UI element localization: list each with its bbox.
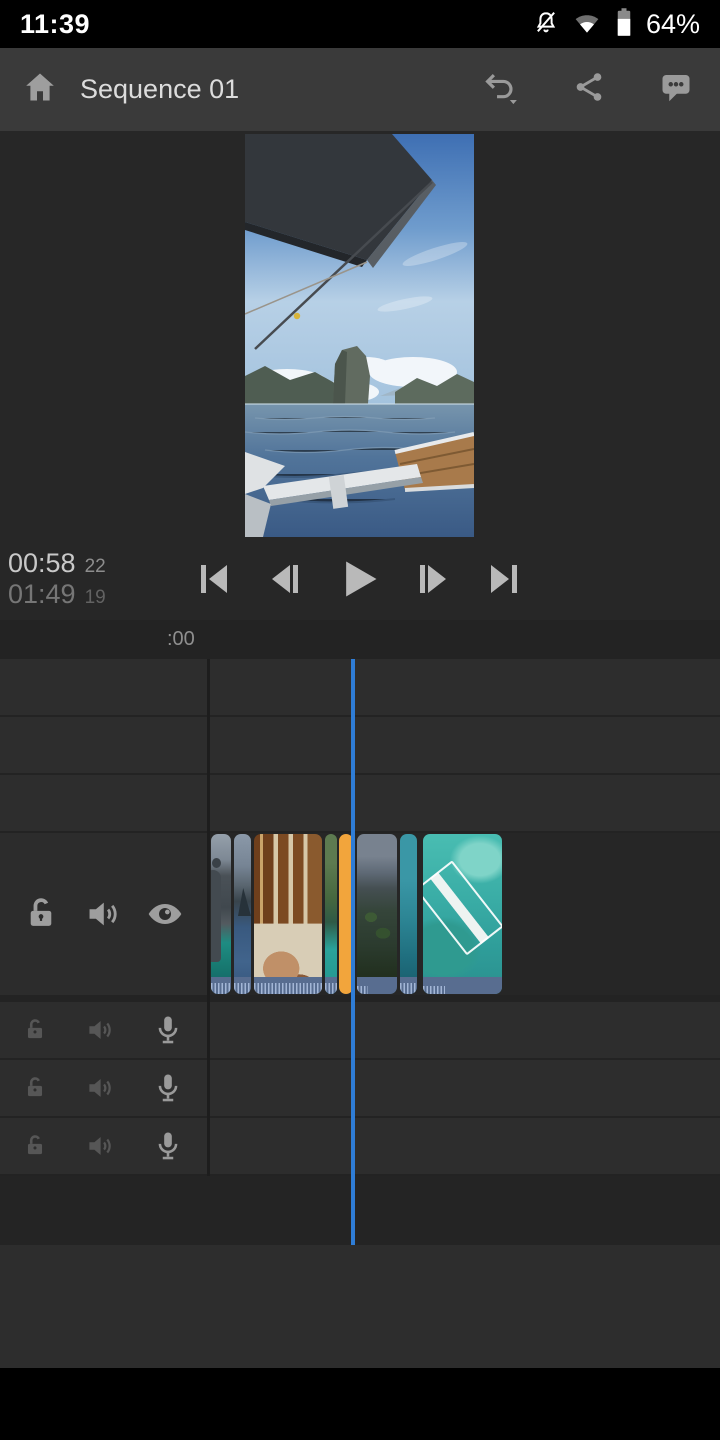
empty-track-row[interactable] bbox=[0, 717, 720, 775]
app-header: Sequence 01 bbox=[0, 48, 720, 131]
track-unlock-button[interactable] bbox=[22, 895, 60, 933]
timeline-clip-c2[interactable] bbox=[234, 834, 251, 994]
wifi-icon bbox=[572, 9, 602, 40]
video-track-header bbox=[0, 833, 207, 995]
feedback-button[interactable] bbox=[658, 69, 694, 110]
skip-to-end-button[interactable] bbox=[486, 561, 522, 597]
share-button[interactable] bbox=[572, 70, 606, 109]
timeline-clip-c7[interactable] bbox=[423, 834, 502, 994]
sequence-title: Sequence 01 bbox=[80, 74, 239, 105]
empty-track-row[interactable] bbox=[0, 659, 720, 717]
playhead[interactable] bbox=[351, 659, 355, 1245]
clip-audio-strip bbox=[400, 977, 417, 994]
track-unlock-button[interactable] bbox=[22, 1017, 48, 1043]
empty-track-row[interactable] bbox=[0, 775, 720, 833]
timeline-clip-c4[interactable] bbox=[325, 834, 337, 994]
undo-button[interactable] bbox=[482, 68, 520, 111]
track-visibility-button[interactable] bbox=[145, 894, 185, 934]
track-volume-button[interactable] bbox=[85, 1131, 115, 1161]
audio-track-3[interactable] bbox=[0, 1118, 720, 1176]
premiere-rush-app: 11:39 bbox=[0, 0, 720, 1440]
notifications-off-icon bbox=[532, 8, 560, 41]
timecode-display: 00:58 22 01:49 19 bbox=[8, 548, 106, 610]
timeline-clip-c6[interactable] bbox=[400, 834, 417, 994]
battery-percent: 64% bbox=[646, 9, 700, 40]
transport-controls bbox=[196, 556, 522, 602]
skip-to-start-button[interactable] bbox=[196, 561, 232, 597]
home-button[interactable] bbox=[22, 69, 58, 110]
clock: 11:39 bbox=[20, 9, 90, 40]
clip-audio-strip bbox=[254, 977, 322, 994]
track-header-divider bbox=[207, 659, 210, 1176]
track-mic-button[interactable] bbox=[151, 1013, 185, 1047]
video-preview[interactable] bbox=[245, 134, 474, 537]
clip-audio-strip bbox=[357, 977, 397, 994]
frame-forward-button[interactable] bbox=[415, 561, 451, 597]
current-frames: 22 bbox=[85, 556, 106, 577]
audio-track-header bbox=[0, 1118, 207, 1174]
timeline-lower-area[interactable] bbox=[0, 1176, 720, 1245]
timeline-clip-c1[interactable] bbox=[211, 834, 231, 994]
clip-audio-strip bbox=[211, 977, 231, 994]
frame-back-button[interactable] bbox=[267, 561, 303, 597]
track-mic-button[interactable] bbox=[151, 1129, 185, 1163]
duration-time: 01:49 bbox=[8, 579, 76, 609]
edit-toolbar: Transform bbox=[0, 1245, 720, 1368]
play-button[interactable] bbox=[338, 558, 380, 600]
track-unlock-button[interactable] bbox=[22, 1133, 48, 1159]
duration-frames: 19 bbox=[85, 587, 106, 608]
current-time: 00:58 bbox=[8, 548, 76, 578]
timeline-ruler[interactable]: :00 bbox=[0, 620, 720, 659]
clip-audio-strip bbox=[325, 977, 337, 994]
clip-audio-strip bbox=[234, 977, 251, 994]
track-unlock-button[interactable] bbox=[22, 1075, 48, 1101]
track-volume-button[interactable] bbox=[85, 1073, 115, 1103]
track-divider bbox=[0, 995, 720, 1002]
audio-track-header bbox=[0, 1002, 207, 1058]
timeline-clip-c3[interactable] bbox=[254, 834, 322, 994]
timeline-clip-c5[interactable] bbox=[357, 834, 397, 994]
track-volume-button[interactable] bbox=[85, 1015, 115, 1045]
monitor-area: 00:58 22 01:49 19 bbox=[0, 131, 720, 620]
system-nav-bar bbox=[0, 1368, 720, 1440]
status-bar: 11:39 bbox=[0, 0, 720, 48]
ruler-tick: :00 bbox=[167, 628, 195, 651]
track-mic-button[interactable] bbox=[151, 1071, 185, 1105]
clip-strip bbox=[211, 834, 502, 994]
clip-audio-strip bbox=[423, 977, 502, 994]
timeline[interactable] bbox=[0, 659, 720, 1245]
video-track[interactable] bbox=[0, 833, 720, 995]
audio-track-2[interactable] bbox=[0, 1060, 720, 1118]
audio-track-header bbox=[0, 1060, 207, 1116]
audio-track-1[interactable] bbox=[0, 1002, 720, 1060]
battery-icon bbox=[614, 7, 634, 42]
track-volume-button[interactable] bbox=[84, 895, 122, 933]
